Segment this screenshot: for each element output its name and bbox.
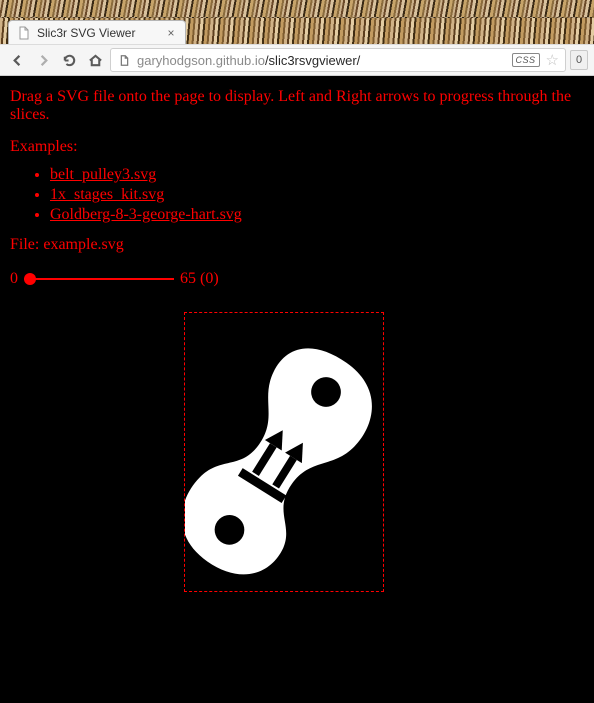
- window-titlebar-bg: [0, 0, 594, 18]
- tab-favicon-file-icon: [17, 26, 31, 40]
- tab-close-icon[interactable]: ×: [165, 27, 177, 39]
- address-bar[interactable]: garyhodgson.github.io/slic3rsvgviewer/ C…: [110, 48, 566, 72]
- forward-button[interactable]: [32, 49, 54, 71]
- back-button[interactable]: [6, 49, 28, 71]
- url-host: garyhodgson.github.io: [137, 53, 265, 68]
- slice-slider[interactable]: [24, 272, 174, 286]
- file-line: File: example.svg: [10, 236, 584, 254]
- list-item: 1x_stages_kit.svg: [50, 186, 584, 204]
- bookmark-star-icon[interactable]: ☆: [546, 53, 559, 68]
- browser-window: Slic3r SVG Viewer × garyhodgson.github.i…: [0, 0, 594, 703]
- page-icon: [117, 53, 131, 67]
- extensions-counter[interactable]: 0: [570, 50, 588, 70]
- page-viewport[interactable]: Drag a SVG file onto the page to display…: [0, 76, 594, 703]
- url-path: /slic3rsvgviewer/: [265, 53, 360, 68]
- home-button[interactable]: [84, 49, 106, 71]
- tab-title: Slic3r SVG Viewer: [37, 26, 159, 40]
- example-link[interactable]: 1x_stages_kit.svg: [50, 186, 164, 203]
- toolbar: garyhodgson.github.io/slic3rsvgviewer/ C…: [0, 44, 594, 76]
- css-badge[interactable]: CSS: [512, 53, 540, 67]
- slider-readout: 65 (0): [180, 270, 219, 288]
- slider-min: 0: [10, 270, 18, 288]
- list-item: Goldberg-8-3-george-hart.svg: [50, 206, 584, 224]
- slider-thumb[interactable]: [24, 273, 36, 285]
- file-name: example.svg: [43, 236, 123, 253]
- url-text: garyhodgson.github.io/slic3rsvgviewer/: [137, 53, 506, 68]
- example-link[interactable]: Goldberg-8-3-george-hart.svg: [50, 206, 242, 223]
- examples-list: belt_pulley3.svg 1x_stages_kit.svg Goldb…: [10, 166, 584, 224]
- svg-preview-stage: [184, 312, 384, 592]
- slider-track: [24, 278, 174, 280]
- tab-active[interactable]: Slic3r SVG Viewer ×: [8, 20, 186, 44]
- instructions-text: Drag a SVG file onto the page to display…: [10, 88, 584, 124]
- examples-label: Examples:: [10, 138, 584, 156]
- slice-svg: [185, 313, 383, 591]
- list-item: belt_pulley3.svg: [50, 166, 584, 184]
- slider-row: 0 65 (0): [10, 270, 584, 288]
- reload-button[interactable]: [58, 49, 80, 71]
- tab-strip: Slic3r SVG Viewer ×: [0, 18, 594, 44]
- example-link[interactable]: belt_pulley3.svg: [50, 166, 156, 183]
- file-prefix: File:: [10, 236, 43, 253]
